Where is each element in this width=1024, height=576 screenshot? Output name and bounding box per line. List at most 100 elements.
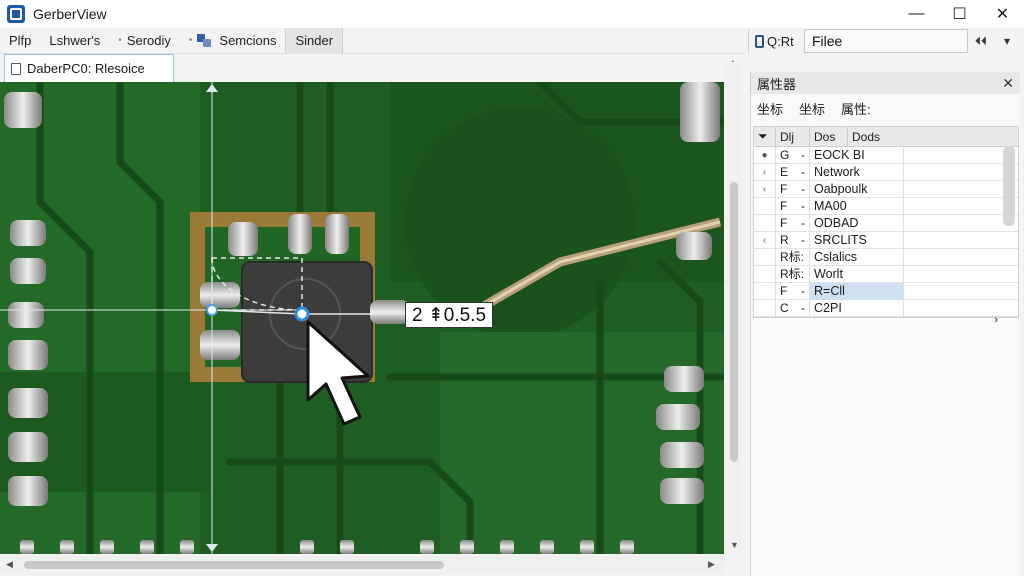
row-marker [754, 248, 776, 266]
row-extra [904, 164, 1018, 181]
grid-header: ⏷ Dlj Dos Dods [754, 126, 1018, 147]
row-key-b: - [801, 147, 805, 162]
column-header[interactable]: Dods [848, 127, 1018, 147]
close-button[interactable]: ✕ [981, 0, 1024, 28]
panel-tabs: 坐标 坐标 属性: [751, 94, 1020, 122]
row-key-b: - [801, 215, 805, 230]
row-marker [754, 197, 776, 215]
row-marker: ‹ [754, 231, 776, 249]
row-extra [904, 232, 1018, 249]
pcb-render [0, 82, 724, 554]
table-row[interactable]: ‹ E - Network [754, 163, 1018, 181]
row-extra [904, 249, 1018, 266]
panel-header: 属性器 ✕ [751, 72, 1020, 94]
layers-icon [197, 33, 213, 48]
minimize-button[interactable]: — [895, 0, 938, 28]
menu-label: Semcions [219, 33, 277, 48]
title-bar: GerberView — ☐ ✕ [0, 0, 1024, 28]
row-value: C2PI [810, 299, 904, 317]
table-row[interactable]: C - C2PI [754, 299, 1018, 317]
row-value: SRCLITS [810, 231, 904, 249]
menu-item-view[interactable]: • Serodiy [109, 28, 180, 54]
measurement-label: 2 ⇞0.5.5 [405, 302, 493, 328]
scroll-thumb[interactable] [24, 561, 444, 569]
column-header[interactable]: Dlj [776, 126, 810, 147]
table-row[interactable]: ● G - EOCK BI [754, 146, 1018, 164]
app-logo-icon [7, 5, 25, 23]
scroll-thumb[interactable] [730, 182, 738, 462]
row-key: R标: [776, 248, 810, 266]
scroll-left-icon[interactable]: ◀ [6, 559, 13, 570]
file-field[interactable] [804, 29, 968, 53]
separator-dot-icon: • [188, 35, 193, 46]
row-key-a: G [780, 147, 790, 162]
properties-grid: ⏷ Dlj Dos Dods ● G - EOCK BI ‹ E - Network ‹ F - Oa… [753, 126, 1019, 318]
scroll-down-icon[interactable]: ▼ [730, 540, 739, 550]
row-key-a: C [780, 300, 789, 315]
row-key-b: - [801, 198, 805, 213]
row-extra [904, 147, 1018, 164]
row-extra [904, 300, 1018, 317]
row-key: C- [776, 299, 810, 317]
row-key: F- [776, 214, 810, 232]
row-key: R标: [776, 265, 810, 283]
row-key: G- [776, 146, 810, 164]
row-value: Worlt [810, 265, 904, 283]
table-row[interactable]: F - R=Cll [754, 282, 1018, 300]
dropdown-button[interactable]: ▾ [994, 29, 1020, 53]
row-key: R- [776, 231, 810, 249]
chevron-right-icon[interactable]: › [994, 314, 998, 326]
query-button[interactable]: Q:Rt [748, 29, 804, 53]
row-marker: ‹ [754, 163, 776, 181]
row-marker [754, 265, 776, 283]
menu-item-file[interactable]: Plfp [0, 28, 40, 54]
row-key-b: - [801, 232, 805, 247]
menu-label: Serodiy [126, 33, 171, 48]
tab-coordinates[interactable]: 坐标 [757, 99, 783, 118]
horizontal-scrollbar[interactable]: ◀ ▶ [0, 556, 724, 574]
row-key-a: F [780, 198, 788, 213]
row-key-b: - [801, 283, 805, 298]
pcb-canvas[interactable]: 2 ⇞0.5.5 [0, 82, 724, 554]
maximize-button[interactable]: ☐ [938, 0, 981, 28]
row-key-b: - [801, 181, 805, 196]
window-title: GerberView [33, 6, 107, 22]
panel-title: 属性器 [757, 76, 797, 92]
panel-scroll-thumb[interactable] [1003, 146, 1015, 226]
menu-item-layers[interactable]: Lshwer's [40, 28, 109, 54]
table-row[interactable]: R标: Worlt [754, 265, 1018, 283]
table-row[interactable]: F - ODBAD [754, 214, 1018, 232]
table-row[interactable]: ‹ R - SRCLITS [754, 231, 1018, 249]
right-toolbar: Q:Rt ⏴⏴ ▾ [748, 28, 1024, 54]
table-row[interactable]: R标: Cslalics [754, 248, 1018, 266]
tab-coordinates-2[interactable]: 坐标 [799, 99, 825, 118]
scroll-right-icon[interactable]: ▶ [708, 559, 715, 570]
tab-document[interactable]: DaberPC0: Rlesoice [4, 54, 174, 82]
table-row[interactable]: ‹ F - Oabpoulk [754, 180, 1018, 198]
filter-icon[interactable]: ⏷ [754, 126, 776, 147]
row-extra [904, 181, 1018, 198]
document-tab-bar: DaberPC0: Rlesoice ▲ [0, 54, 744, 82]
row-value: EOCK BI [810, 146, 904, 164]
menu-item-selections[interactable]: • Semcions [180, 28, 286, 54]
row-key-a: R [780, 232, 789, 247]
row-marker: ● [754, 146, 776, 164]
row-key-a: F [780, 283, 788, 298]
column-header[interactable]: Dos [810, 126, 848, 147]
row-value: Oabpoulk [810, 180, 904, 198]
menu-label: Lshwer's [49, 33, 101, 48]
tab-properties[interactable]: 属性: [841, 99, 871, 118]
document-icon [755, 34, 764, 48]
row-marker [754, 299, 776, 317]
close-icon[interactable]: ✕ [1002, 75, 1014, 92]
tab-label: DaberPC0: Rlesoice [27, 61, 145, 76]
collapse-button[interactable]: ⏴⏴ [968, 29, 994, 53]
row-extra [904, 198, 1018, 215]
vertical-scrollbar[interactable]: ▼ [726, 62, 742, 552]
row-value: Network [810, 163, 904, 181]
menu-item-window[interactable]: Sinder [285, 27, 344, 54]
query-label: Q:Rt [767, 33, 794, 49]
row-marker [754, 214, 776, 232]
table-row[interactable]: F - MA00 [754, 197, 1018, 215]
row-key: E- [776, 163, 810, 181]
